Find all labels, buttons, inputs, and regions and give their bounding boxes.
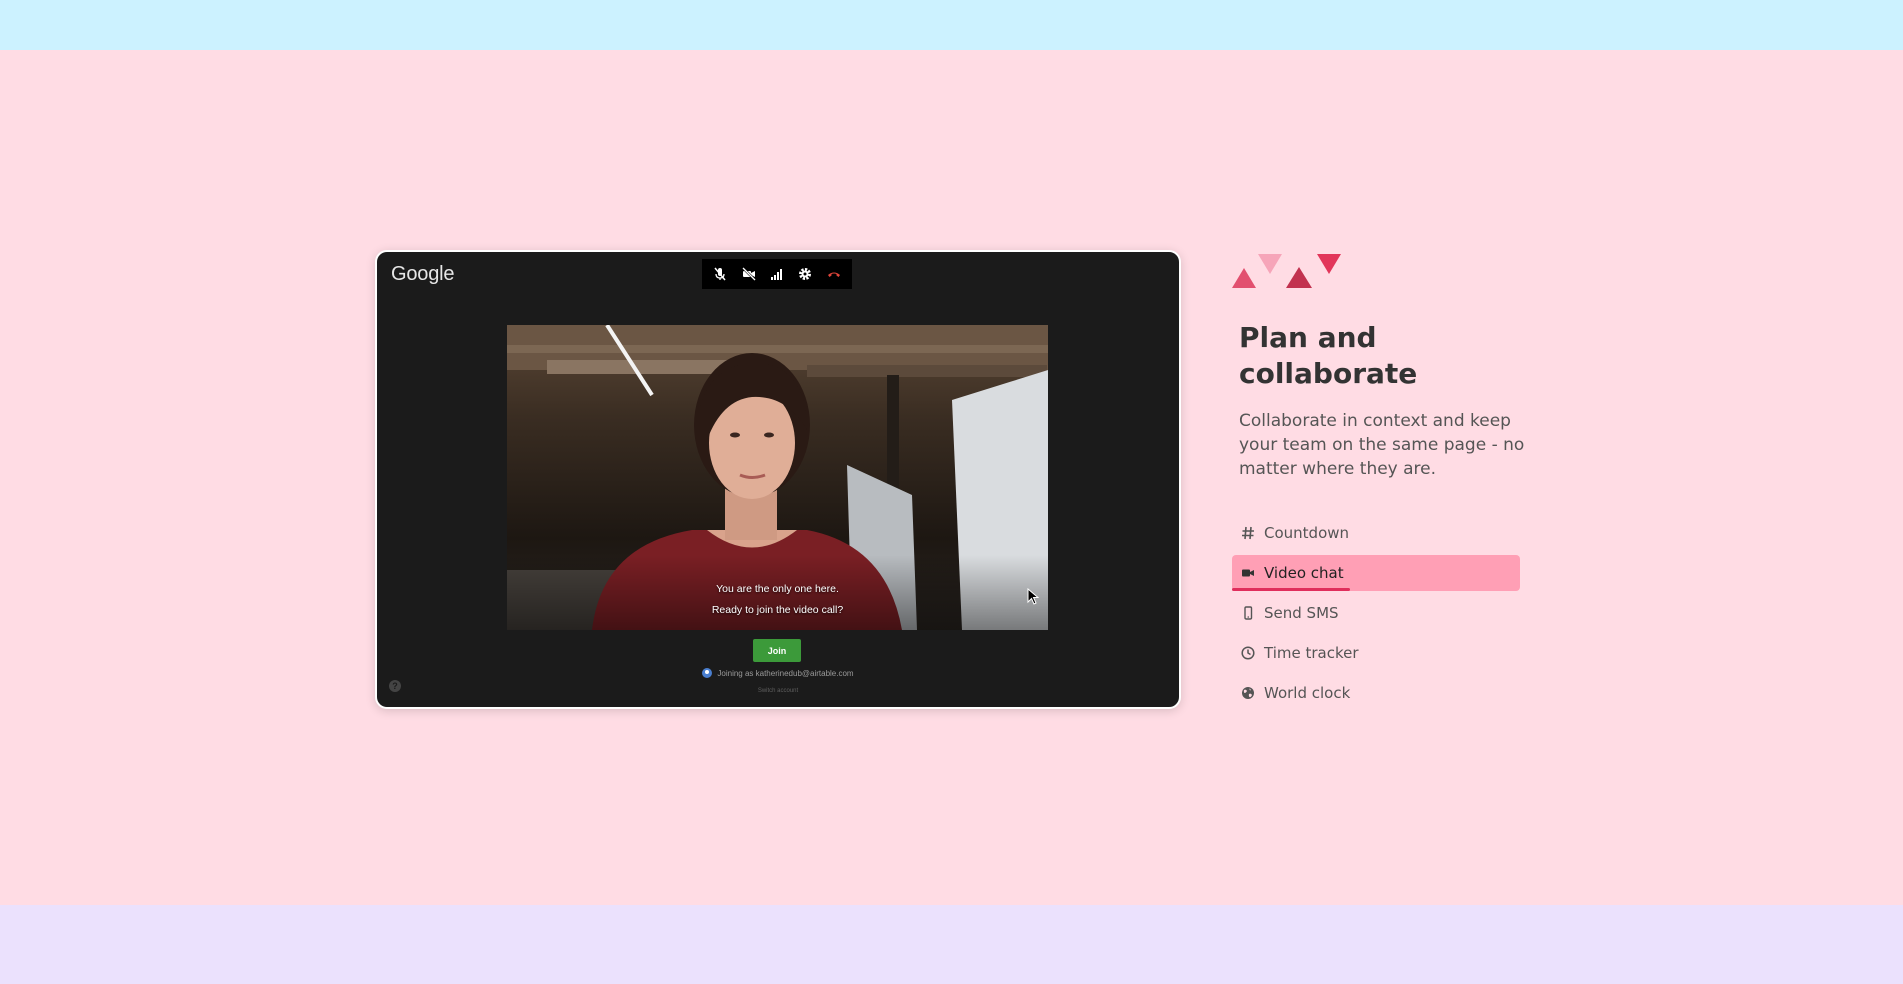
joining-as-row: Joining as katherinedub@airtable.com xyxy=(377,668,1179,678)
switch-account-link[interactable]: Switch account xyxy=(377,688,1179,694)
feature-description: Collaborate in context and keep your tea… xyxy=(1239,411,1525,479)
menu-item-video-chat[interactable]: Video chat xyxy=(1232,555,1520,591)
bottom-color-band xyxy=(0,905,1903,984)
video-camera-icon xyxy=(1240,565,1256,581)
avatar xyxy=(702,668,713,678)
menu-item-label: Countdown xyxy=(1264,524,1350,542)
feature-title: Plan and collaborate xyxy=(1239,321,1418,390)
call-toolbar xyxy=(702,259,852,289)
hang-up-icon[interactable] xyxy=(824,264,844,284)
gear-icon[interactable] xyxy=(795,264,815,284)
triangle-decoration xyxy=(1258,254,1282,274)
camera-off-icon[interactable] xyxy=(739,264,759,284)
menu-item-label: Video chat xyxy=(1264,564,1344,582)
camera-preview: You are the only one here. Ready to join… xyxy=(507,325,1048,630)
menu-item-label: Send SMS xyxy=(1264,604,1339,622)
mic-off-icon[interactable] xyxy=(710,264,730,284)
menu-item-label: World clock xyxy=(1264,684,1351,702)
ready-to-join-message: Ready to join the video call? xyxy=(711,604,844,616)
phone-icon xyxy=(1240,605,1256,621)
menu-item-world-clock[interactable]: World clock xyxy=(1232,675,1520,711)
signal-icon[interactable] xyxy=(767,264,787,284)
video-call-preview: Google You are the only one here. Ready … xyxy=(375,250,1181,709)
only-one-here-message: You are the only one here. xyxy=(716,583,839,595)
feature-menu: Countdown Video chat Send SMS Time track… xyxy=(1232,515,1520,715)
menu-item-label: Time tracker xyxy=(1264,644,1359,662)
help-icon[interactable]: ? xyxy=(389,680,401,692)
join-button[interactable]: Join xyxy=(753,639,801,662)
google-logo: Google xyxy=(391,263,455,285)
top-color-band xyxy=(0,0,1903,50)
menu-item-countdown[interactable]: Countdown xyxy=(1232,515,1520,551)
mouse-cursor-icon xyxy=(1027,588,1039,605)
menu-item-send-sms[interactable]: Send SMS xyxy=(1232,595,1520,631)
menu-item-time-tracker[interactable]: Time tracker xyxy=(1232,635,1520,671)
clock-icon xyxy=(1240,645,1256,661)
triangle-decoration xyxy=(1232,268,1256,288)
globe-icon xyxy=(1240,685,1256,701)
hash-icon xyxy=(1240,525,1256,541)
triangle-decoration xyxy=(1286,267,1312,288)
joining-as-text: Joining as katherinedub@airtable.com xyxy=(717,668,854,678)
triangle-decoration xyxy=(1317,254,1341,274)
